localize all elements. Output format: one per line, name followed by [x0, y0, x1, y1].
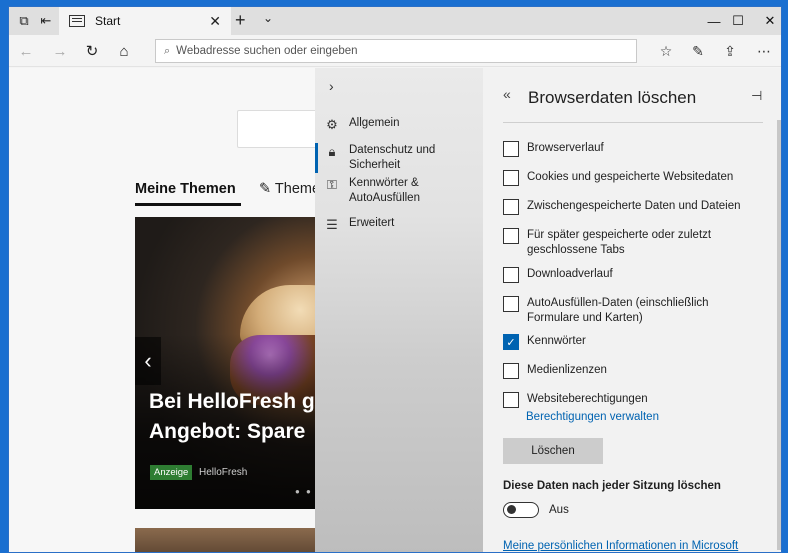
navigation-bar: ← → ↻ ⌂ ⌕ Webadresse suchen oder eingebe… — [9, 35, 781, 67]
page-search-box[interactable] — [237, 110, 317, 148]
sliders-icon: ☰ — [326, 217, 338, 232]
refresh-icon[interactable]: ↻ — [81, 41, 103, 61]
option-passwords[interactable]: ✓ Kennwörter — [503, 334, 747, 350]
panel-title: Browserdaten löschen — [528, 88, 697, 107]
address-placeholder: Webadresse suchen oder eingeben — [176, 45, 358, 57]
divider — [503, 122, 763, 123]
pencil-icon: ✎ — [259, 181, 275, 197]
option-label: Browserverlauf — [527, 142, 604, 154]
pin-icon[interactable]: ⊣ — [751, 88, 762, 104]
second-news-card[interactable] — [135, 528, 335, 552]
option-download-history[interactable]: Downloadverlauf — [503, 267, 747, 283]
option-media-licenses[interactable]: Medienlizenzen — [503, 363, 747, 379]
option-label: Downloadverlauf — [527, 268, 613, 280]
clear-button[interactable]: Löschen — [503, 438, 603, 464]
option-autofill[interactable]: AutoAusfüllen-Daten (einschließlich Form… — [503, 296, 747, 326]
personal-info-link[interactable]: Meine persönlichen Informationen in Micr… — [503, 540, 738, 552]
active-tab-underline — [135, 203, 241, 206]
notes-icon[interactable]: ✎ — [687, 41, 709, 61]
checkbox[interactable] — [503, 392, 519, 408]
clear-data-panel: « Browserdaten löschen ⊣ Browserverlauf … — [483, 68, 781, 552]
share-icon[interactable]: ⇪ — [719, 41, 741, 61]
newtab-page-icon — [69, 15, 85, 27]
option-label: Zwischengespeicherte Daten und Dateien — [527, 200, 741, 212]
option-label: Medienlizenzen — [527, 364, 607, 376]
chevron-down-icon[interactable]: ⌄ — [263, 11, 273, 25]
settings-nav-general[interactable]: ⚙ Allgemein — [315, 116, 483, 133]
chevron-left-icon[interactable]: ‹ — [135, 337, 161, 385]
checkbox[interactable] — [503, 141, 519, 157]
lock-icon: 🔒︎ — [328, 144, 336, 159]
option-cache[interactable]: Zwischengespeicherte Daten und Dateien — [503, 199, 747, 215]
option-label: Kennwörter — [527, 335, 586, 347]
option-saved-tabs[interactable]: Für später gespeicherte oder zuletzt ges… — [503, 228, 727, 258]
address-bar[interactable]: ⌕ Webadresse suchen oder eingeben — [155, 39, 637, 63]
key-icon: ⚿ — [327, 177, 337, 192]
nav-label: Kennwörter & AutoAusfüllen — [349, 177, 420, 204]
card-source: HelloFresh — [199, 467, 248, 478]
toggle-state: Aus — [549, 504, 569, 516]
tab-title: Start — [95, 14, 121, 28]
tab-start[interactable]: Start ✕ — [59, 7, 231, 35]
checkbox[interactable] — [503, 228, 519, 244]
option-cookies[interactable]: Cookies und gespeicherte Websitedaten — [503, 170, 747, 186]
more-menu-icon[interactable]: ⋯ — [753, 41, 775, 61]
option-label: AutoAusfüllen-Daten (einschließlich Form… — [527, 297, 709, 324]
selection-indicator — [315, 143, 318, 173]
title-bar: ⧉ ⇤ Start ✕ + ⌄ — ☐ ✕ — [9, 7, 781, 35]
scrollbar[interactable] — [777, 120, 781, 550]
clear-on-exit-toggle[interactable] — [503, 502, 539, 518]
settings-nav-advanced[interactable]: ☰ Erweitert — [315, 216, 483, 233]
new-tab-button[interactable]: + — [235, 10, 246, 31]
browser-window: ⧉ ⇤ Start ✕ + ⌄ — ☐ ✕ ← → ↻ ⌂ ⌕ Webadres… — [8, 6, 782, 553]
checkbox[interactable] — [503, 170, 519, 186]
home-icon[interactable]: ⌂ — [113, 41, 135, 61]
close-tab-icon[interactable]: ✕ — [209, 13, 221, 30]
news-card[interactable]: ‹ Bei HelloFresh g Angebot: Spare Anzeig… — [135, 217, 335, 509]
option-site-permissions[interactable]: Websiteberechtigungen — [503, 392, 747, 408]
card-headline[interactable]: Bei HelloFresh g Angebot: Spare — [149, 387, 335, 447]
option-label: Websiteberechtigungen — [527, 393, 648, 405]
nav-label: Datenschutz und Sicherheit — [349, 144, 436, 171]
checkbox[interactable] — [503, 296, 519, 312]
tab-actions-icon[interactable]: ⧉ — [13, 11, 35, 31]
double-chevron-left-icon[interactable]: « — [503, 86, 511, 102]
session-label: Diese Daten nach jeder Sitzung löschen — [503, 480, 721, 492]
chevron-right-icon[interactable]: › — [329, 78, 334, 94]
manage-permissions-link[interactable]: Berechtigungen verwalten — [526, 411, 659, 423]
option-label: Für später gespeicherte oder zuletzt ges… — [527, 229, 712, 256]
settings-nav-privacy[interactable]: 🔒︎ Datenschutz und Sicherheit — [315, 143, 483, 173]
checkbox[interactable] — [503, 199, 519, 215]
checkbox[interactable] — [503, 267, 519, 283]
back-icon[interactable]: ← — [15, 41, 37, 61]
option-browsing-history[interactable]: Browserverlauf — [503, 141, 747, 157]
nav-label: Erweitert — [349, 217, 395, 229]
my-topics-tab[interactable]: Meine Themen — [135, 181, 236, 197]
settings-nav-pane: › ⚙ Allgemein 🔒︎ Datenschutz und Sicherh… — [315, 68, 483, 552]
gear-icon: ⚙ — [326, 117, 338, 132]
forward-icon[interactable]: → — [49, 41, 71, 61]
ad-badge: Anzeige — [150, 465, 193, 480]
set-tabs-aside-icon[interactable]: ⇤ — [35, 11, 57, 31]
close-window-button[interactable]: ✕ — [747, 7, 781, 35]
option-label: Cookies und gespeicherte Websitedaten — [527, 171, 734, 183]
search-icon: ⌕ — [164, 44, 171, 57]
checkmark-icon[interactable]: ✓ — [503, 334, 519, 350]
settings-nav-passwords[interactable]: ⚿ Kennwörter & AutoAusfüllen — [315, 176, 483, 206]
nav-label: Allgemein — [349, 117, 400, 129]
favorites-icon[interactable]: ☆ — [655, 41, 677, 61]
checkbox[interactable] — [503, 363, 519, 379]
